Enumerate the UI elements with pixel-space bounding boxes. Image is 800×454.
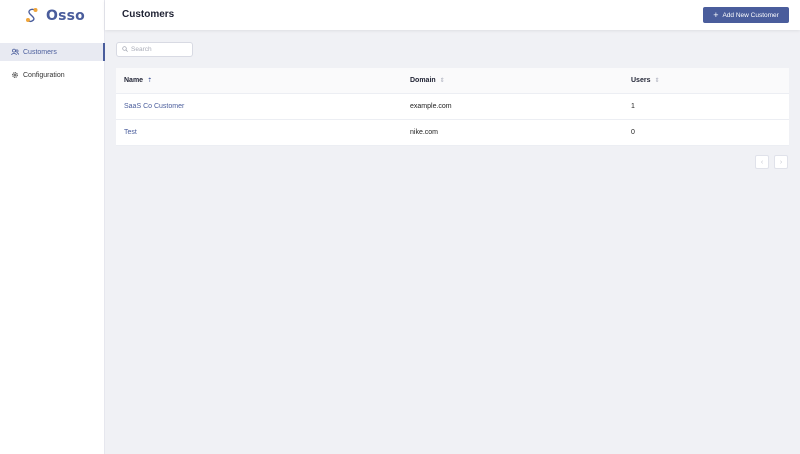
customer-domain: example.com — [410, 103, 452, 110]
users-icon — [11, 48, 19, 56]
customer-domain: nike.com — [410, 129, 439, 136]
sort-icon[interactable]: ⇕ — [440, 78, 445, 84]
osso-logo-icon — [24, 7, 40, 25]
plus-icon: + — [713, 9, 719, 20]
chevron-left-icon: ‹ — [760, 158, 764, 166]
table-row[interactable]: SaaS Co Customer example.com 1 — [116, 94, 789, 120]
search-input[interactable] — [131, 46, 191, 53]
pagination-prev-button[interactable]: ‹ — [755, 155, 769, 169]
sort-icon[interactable]: ⇕ — [654, 78, 659, 84]
column-label: Name — [124, 77, 144, 84]
customer-name-link[interactable]: Test — [124, 129, 137, 136]
page-title: Customers — [122, 9, 175, 20]
table-row[interactable]: Test nike.com 0 — [116, 120, 789, 146]
add-button-label: Add New Customer — [722, 11, 779, 19]
gear-icon — [11, 71, 19, 79]
add-new-customer-button[interactable]: + Add New Customer — [703, 7, 789, 23]
column-header-users[interactable]: Users ⇕ — [623, 77, 789, 84]
column-header-name[interactable]: Name ⇡ — [116, 77, 402, 84]
column-label: Domain — [410, 77, 436, 84]
sidebar-item-customers[interactable]: Customers — [0, 43, 105, 61]
sidebar: Osso Customers Configuration — [0, 0, 105, 454]
customers-table: Name ⇡ Domain ⇕ Users ⇕ SaaS Co Customer ex… — [116, 68, 789, 146]
chevron-right-icon: › — [779, 158, 783, 166]
customer-name-link[interactable]: SaaS Co Customer — [124, 103, 184, 110]
sort-asc-icon[interactable]: ⇡ — [147, 78, 152, 84]
top-header: Customers + Add New Customer — [105, 0, 800, 30]
pagination-next-button[interactable]: › — [774, 155, 788, 169]
customer-users-count: 1 — [631, 103, 635, 110]
app-logo[interactable]: Osso — [24, 6, 85, 26]
sidebar-item-label: Customers — [23, 48, 57, 56]
column-label: Users — [631, 77, 651, 84]
app-name: Osso — [46, 8, 85, 24]
search-box[interactable] — [116, 42, 193, 57]
customer-users-count: 0 — [631, 129, 635, 136]
sidebar-item-configuration[interactable]: Configuration — [0, 66, 105, 84]
search-icon — [122, 45, 128, 54]
table-header: Name ⇡ Domain ⇕ Users ⇕ — [116, 68, 789, 94]
column-header-domain[interactable]: Domain ⇕ — [402, 77, 623, 84]
sidebar-item-label: Configuration — [23, 71, 65, 79]
